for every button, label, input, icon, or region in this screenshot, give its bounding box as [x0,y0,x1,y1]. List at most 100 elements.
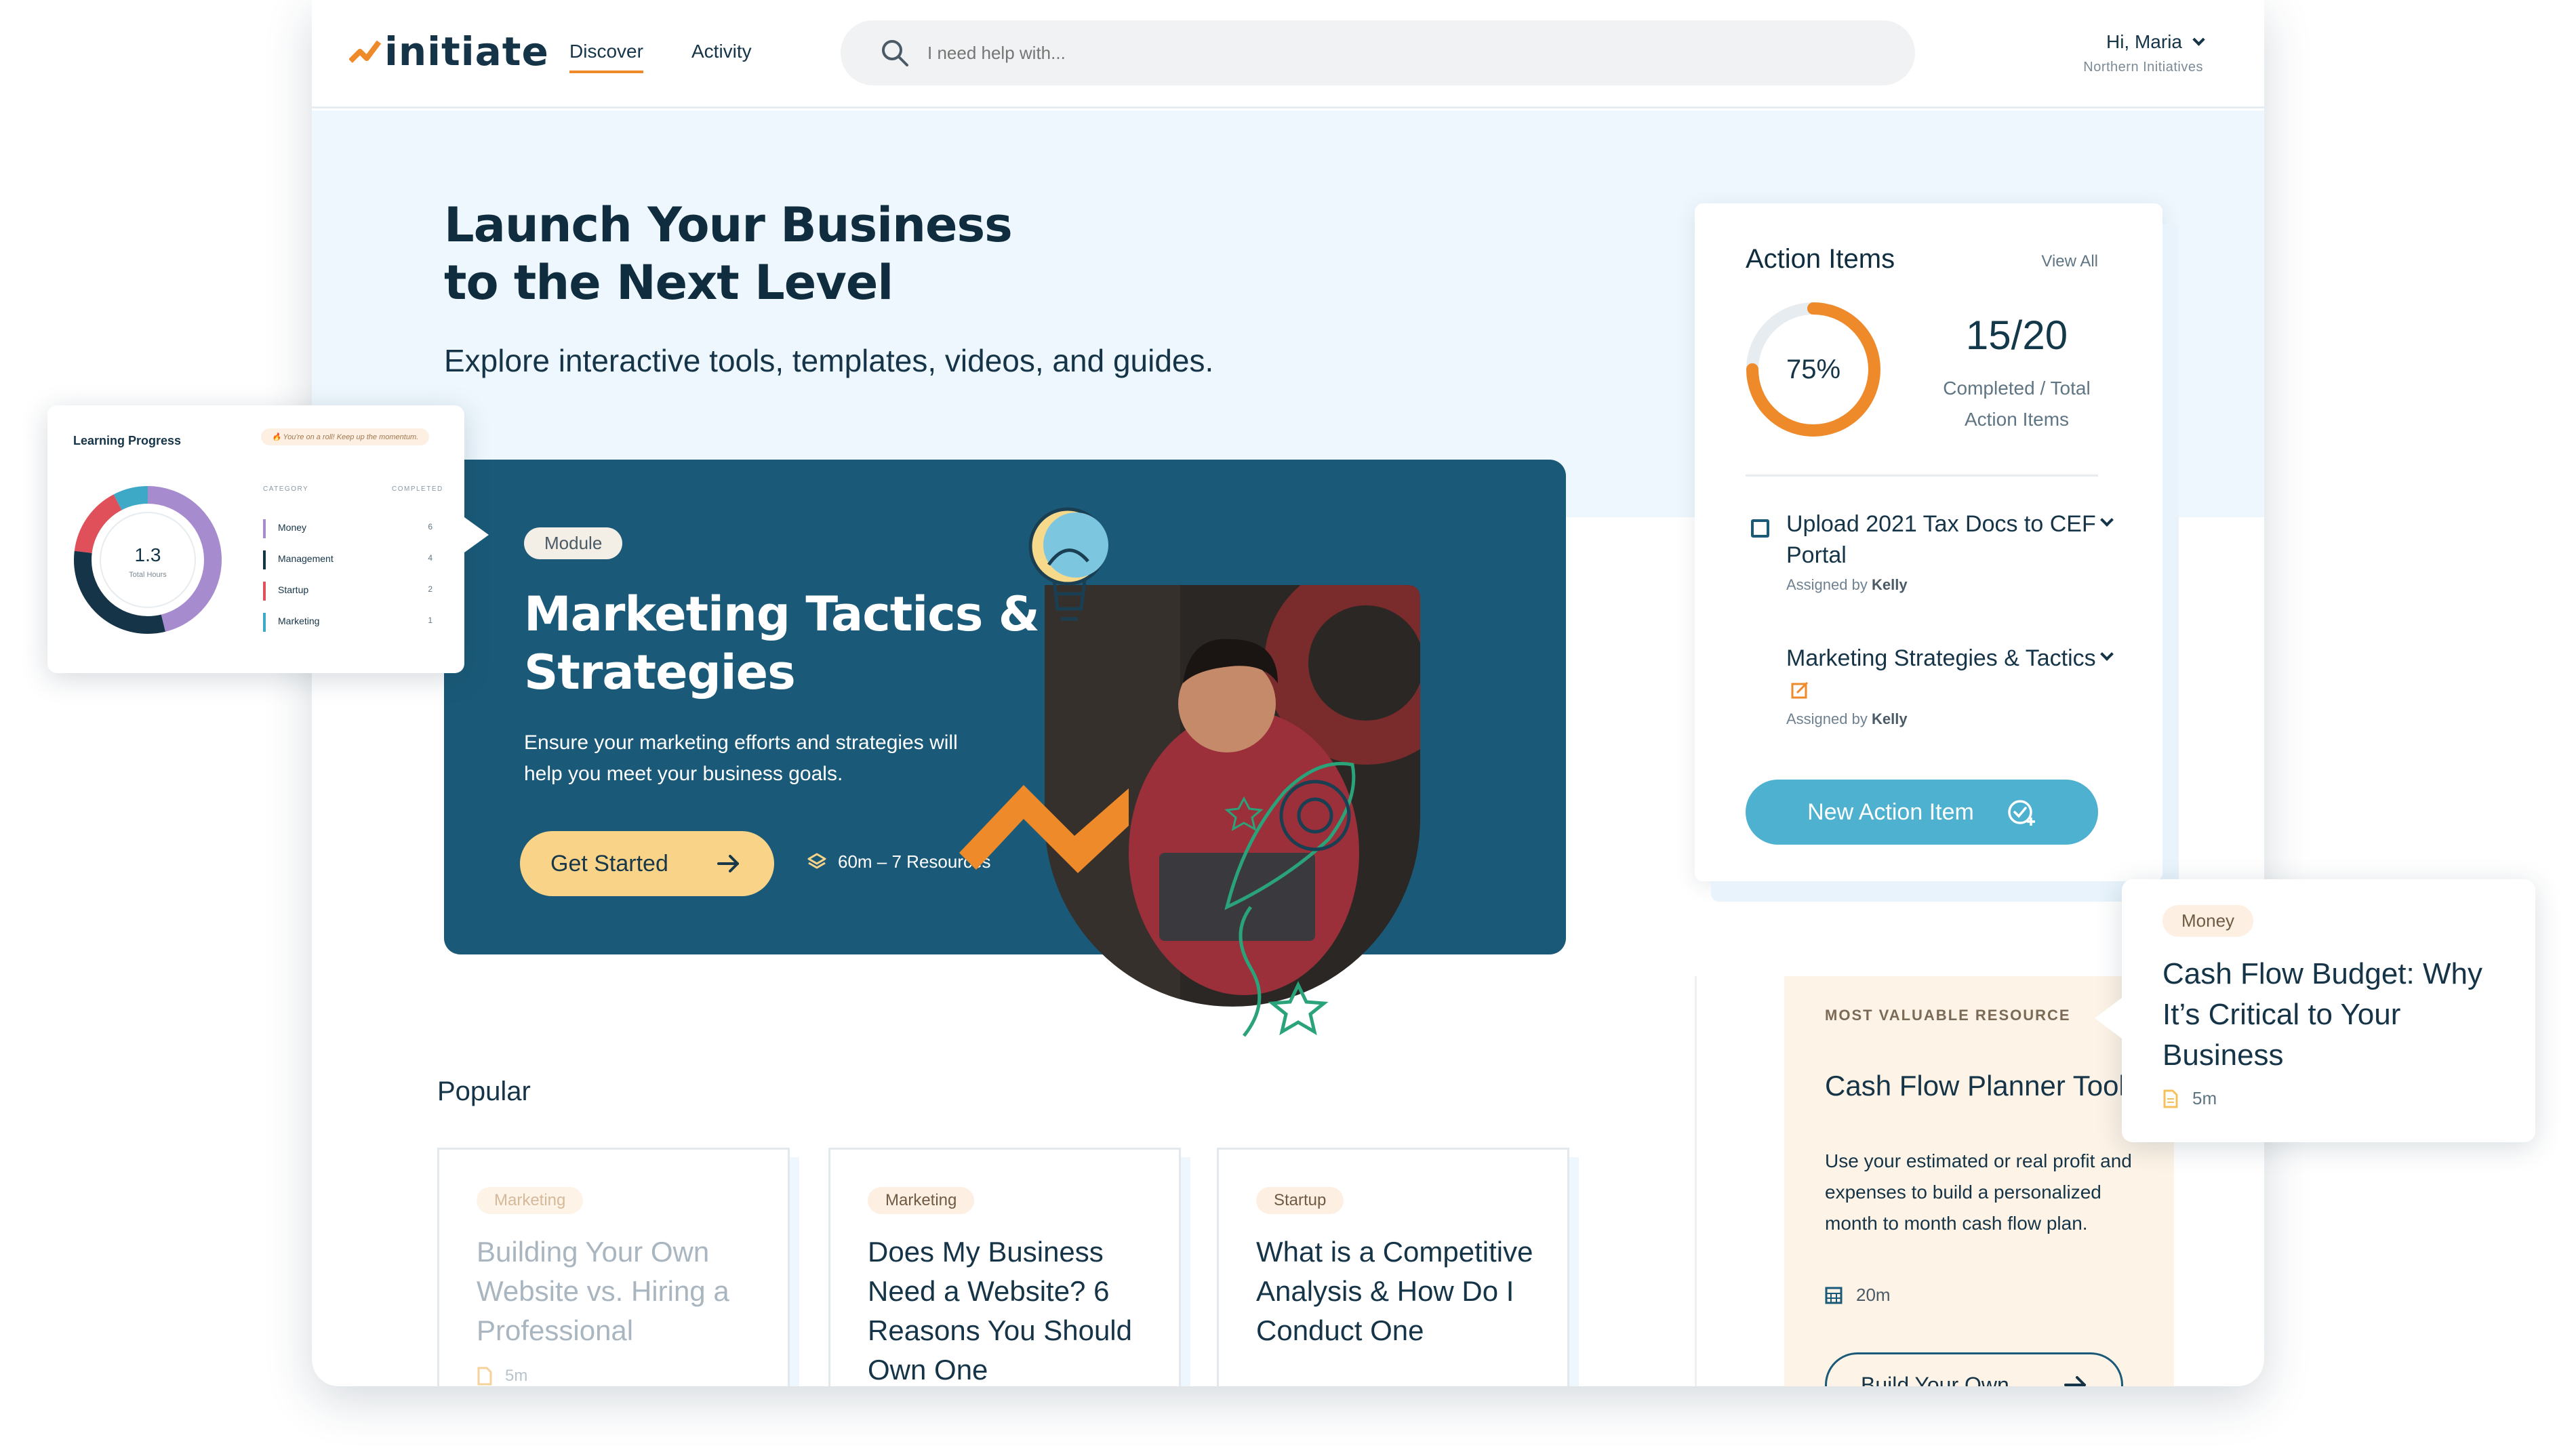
view-all-link[interactable]: View All [2041,252,2098,271]
action-item-row[interactable]: Upload 2021 Tax Docs to CEF Portal Assig… [1746,508,2114,594]
calculator-icon [1825,1287,1843,1304]
document-icon [2163,1089,2178,1108]
momentum-badge: 🔥 You're on a roll! Keep up the momentum… [261,428,430,445]
resource-description: Use your estimated or real profit and ex… [1825,1150,2132,1234]
category-count: 2 [428,584,432,594]
action-item-title: Upload 2021 Tax Docs to CEF Portal [1786,511,2096,568]
assigned-prefix: Assigned by [1786,710,1868,727]
category-name: Money [278,522,307,533]
chevron-down-icon[interactable] [2100,647,2114,661]
assigned-by: Kelly [1871,710,1908,727]
learning-donut-chart: 1.3 Total Hours [74,486,222,634]
learning-row: Startup 2 [263,582,432,603]
category-name: Startup [278,584,309,595]
checkbox[interactable] [1751,519,1769,538]
user-menu[interactable]: Hi, Maria Northern Initiatives [2083,31,2205,75]
person-photo [1045,585,1420,1007]
action-item-assignee: Assigned by Kelly [1786,710,2098,728]
user-greeting-row: Hi, Maria [2083,31,2205,53]
action-items-title: Action Items [1746,244,1895,274]
nav-discover[interactable]: Discover [569,41,643,73]
progress-percent: 75% [1786,355,1840,384]
popular-title: Popular [437,1076,531,1106]
popular-card[interactable]: Marketing Does My Business Need a Websit… [828,1148,1181,1386]
category-tag: Money [2162,905,2254,937]
popular-card[interactable]: Startup What is a Competitive Analysis &… [1217,1148,1569,1386]
resource-meta: 20m [1825,1285,1891,1306]
learning-progress-title: Learning Progress [73,434,182,447]
new-action-item-button[interactable]: New Action Item [1746,780,2098,845]
logo-mark-icon [349,40,382,63]
action-item-title: Marketing Strategies & Tactics [1786,643,2098,705]
completed-count-label: Completed / Total Action Items [1943,378,2091,430]
column-header-category: CATEGORY [263,485,309,493]
assigned-by: Kelly [1871,576,1908,593]
category-tag: Marketing [868,1187,975,1214]
completed-count: 15/20 [1965,313,2068,358]
resource-preview-card[interactable]: Money Cash Flow Budget: Why It’s Critica… [2095,879,2535,1142]
chevron-down-icon [2192,33,2205,46]
top-navigation-bar: initiate Discover Activity Hi, Maria Nor… [312,0,2264,108]
build-your-own-label: Build Your Own [1861,1372,2009,1387]
document-icon [477,1367,492,1386]
category-name: Marketing [278,616,320,626]
get-started-label: Get Started [550,850,668,877]
nav-activity[interactable]: Activity [691,41,752,62]
total-hours-value: 1.3 [135,544,161,565]
popular-card[interactable]: Marketing Building Your Own Website vs. … [437,1148,790,1386]
column-header-completed: COMPLETED [392,485,443,493]
action-item-title-text: Marketing Strategies & Tactics [1786,645,2096,671]
category-color-bar [263,613,266,632]
search-input[interactable] [927,42,1741,64]
chevron-down-icon[interactable] [2100,513,2114,527]
popular-card-title: What is a Competitive Analysis & How Do … [1256,1236,1533,1346]
divider [1746,475,2098,477]
arrow-right-icon [717,855,739,872]
action-item-assignee: Assigned by Kelly [1786,576,2098,594]
category-count: 6 [428,522,432,531]
assigned-prefix: Assigned by [1786,576,1868,593]
logo-text: initiate [384,28,549,75]
page-headline: Launch Your Business to the Next Level [444,197,1013,310]
add-check-icon [2008,800,2035,826]
action-item-row[interactable]: Marketing Strategies & Tactics Assigned … [1746,643,2114,728]
learning-row: Money 6 [263,519,432,541]
category-name: Management [278,553,334,564]
learning-row: Marketing 1 [263,613,432,635]
search-bar[interactable] [841,20,1915,85]
user-organization: Northern Initiatives [2083,60,2203,75]
build-your-own-button[interactable]: Build Your Own [1825,1352,2123,1386]
app-window: initiate Discover Activity Hi, Maria Nor… [312,0,2264,1386]
search-icon [882,40,908,66]
read-time: 5m [2192,1088,2217,1108]
progress-ring: 75% [1746,302,1880,437]
module-description: Ensure your marketing efforts and strate… [524,731,958,785]
category-tag: Marketing [477,1187,584,1214]
external-link-icon[interactable] [1790,681,1809,700]
category-tag: Startup [1256,1187,1344,1214]
category-count: 1 [428,616,432,625]
featured-module-card[interactable]: Module Marketing Tactics & Strategies En… [444,460,1566,1037]
read-time: 5m [505,1367,528,1385]
category-color-bar [263,550,266,569]
arrow-right-icon [2064,1376,2086,1386]
learning-progress-card: Learning Progress 🔥 You're on a roll! Ke… [47,405,489,673]
popular-card-title: Does My Business Need a Website? 6 Reaso… [868,1236,1132,1386]
total-hours-label: Total Hours [129,571,167,579]
new-action-item-label: New Action Item [1807,799,1974,825]
divider [1695,976,1697,1386]
learning-row: Management 4 [263,550,432,572]
user-greeting: Hi, Maria [2106,31,2182,52]
popular-card-title: Building Your Own Website vs. Hiring a P… [477,1236,729,1346]
layers-icon [807,853,826,868]
module-badge: Module [524,527,623,559]
get-started-button[interactable]: Get Started [520,831,774,896]
category-color-bar [263,582,266,601]
resource-preview-title: Cash Flow Budget: Why It’s Critical to Y… [2162,957,2482,1072]
logo[interactable]: initiate [349,28,549,75]
category-color-bar [263,519,266,538]
resource-duration: 20m [1856,1285,1891,1305]
module-illustration [959,507,1420,1037]
resource-label: MOST VALUABLE RESOURCE [1825,1007,2071,1024]
resource-preview-meta: 5m [2162,1088,2217,1109]
